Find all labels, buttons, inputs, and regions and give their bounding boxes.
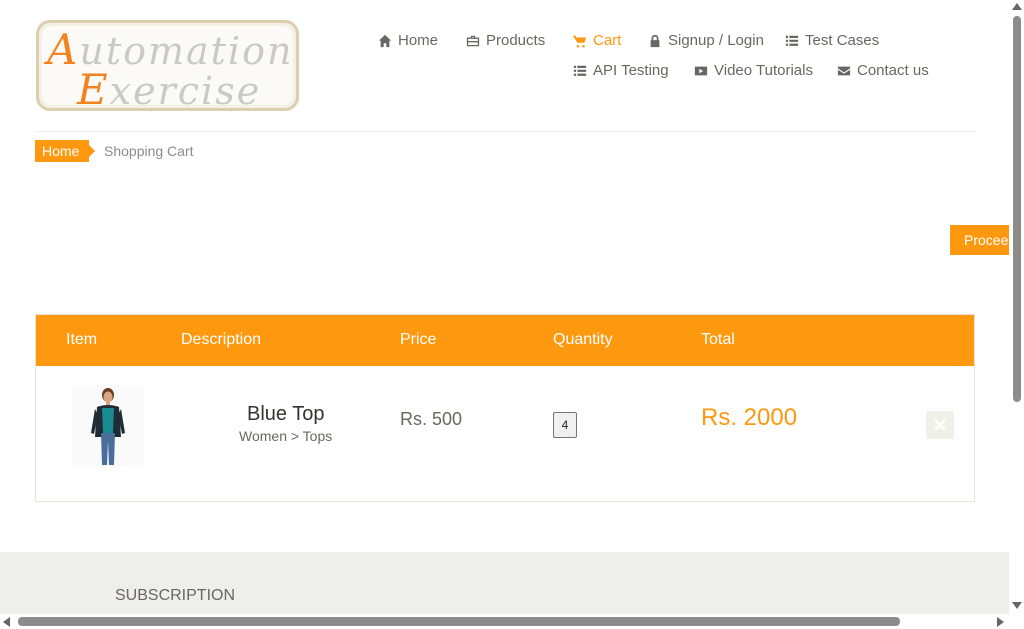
lock-icon — [650, 34, 660, 47]
nav-api-testing-label: API Testing — [593, 62, 669, 79]
breadcrumb-current: Shopping Cart — [104, 143, 194, 159]
list-icon — [785, 35, 799, 46]
logo-line-2: Exercise — [77, 65, 262, 111]
nav-home[interactable]: Home — [378, 32, 438, 49]
logo-cap-e: E — [77, 65, 110, 111]
nav-contact-us[interactable]: Contact us — [837, 62, 929, 79]
vertical-scroll-thumb[interactable] — [1013, 16, 1021, 402]
product-name-link[interactable]: Blue Top — [247, 403, 324, 426]
nav-signup-login-label: Signup / Login — [668, 32, 764, 49]
delete-item-button[interactable] — [926, 411, 954, 439]
header-divider — [35, 131, 975, 132]
close-icon — [934, 419, 946, 431]
subscription-title: SUBSCRIPTION — [115, 587, 236, 604]
scroll-right-arrow-icon[interactable] — [997, 617, 1004, 627]
nav-api-testing[interactable]: API Testing — [573, 62, 669, 79]
site-logo[interactable]: Automation Exercise — [36, 20, 299, 111]
scroll-up-arrow-icon[interactable] — [1012, 3, 1022, 10]
list-icon — [573, 65, 587, 76]
home-icon — [378, 34, 392, 47]
product-price: Rs. 500 — [400, 409, 463, 429]
horizontal-scroll-thumb[interactable] — [18, 617, 900, 626]
nav-signup-login[interactable]: Signup / Login — [648, 32, 764, 49]
nav-test-cases-label: Test Cases — [805, 32, 880, 49]
horizontal-scrollbar[interactable] — [0, 614, 1009, 629]
product-category: Women > Tops — [239, 428, 333, 444]
breadcrumb-home[interactable]: Home — [35, 140, 96, 162]
scrollbar-corner — [1009, 614, 1024, 629]
scroll-left-arrow-icon[interactable] — [3, 617, 10, 627]
header-description: Description — [181, 331, 262, 348]
cart-table: Item Description Price Quantity Total Bl… — [35, 314, 975, 502]
youtube-play-icon — [694, 66, 708, 75]
nav-home-label: Home — [398, 32, 439, 49]
nav-test-cases[interactable]: Test Cases — [785, 32, 879, 49]
nav-video-tutorials[interactable]: Video Tutorials — [694, 62, 813, 79]
scroll-down-arrow-icon[interactable] — [1012, 602, 1022, 609]
header-total: Total — [701, 331, 735, 348]
envelope-icon — [837, 66, 851, 75]
header-price: Price — [400, 331, 437, 348]
proceed-to-checkout-button[interactable]: Proceed To Checkout — [950, 225, 1010, 255]
header-quantity: Quantity — [553, 331, 613, 348]
nav-cart[interactable]: Cart — [573, 32, 621, 49]
product-quantity: 4 — [553, 412, 577, 438]
cart-table-header: Item Description Price Quantity Total — [36, 315, 974, 366]
logo-text-2: xercise — [109, 69, 262, 111]
product-total: Rs. 2000 — [701, 404, 798, 431]
vertical-scrollbar[interactable] — [1009, 0, 1024, 614]
nav-products-label: Products — [486, 32, 546, 49]
nav-products[interactable]: Products — [466, 32, 545, 49]
footer: SUBSCRIPTION — [0, 552, 1009, 618]
nav-cart-label: Cart — [593, 32, 622, 49]
header-item: Item — [66, 331, 98, 348]
briefcase-icon — [466, 35, 480, 46]
logo-cap-a: A — [47, 25, 80, 74]
nav-video-tutorials-label: Video Tutorials — [714, 62, 813, 79]
product-image[interactable] — [72, 385, 144, 467]
nav-contact-us-label: Contact us — [857, 62, 929, 79]
shopping-cart-icon — [573, 35, 587, 48]
